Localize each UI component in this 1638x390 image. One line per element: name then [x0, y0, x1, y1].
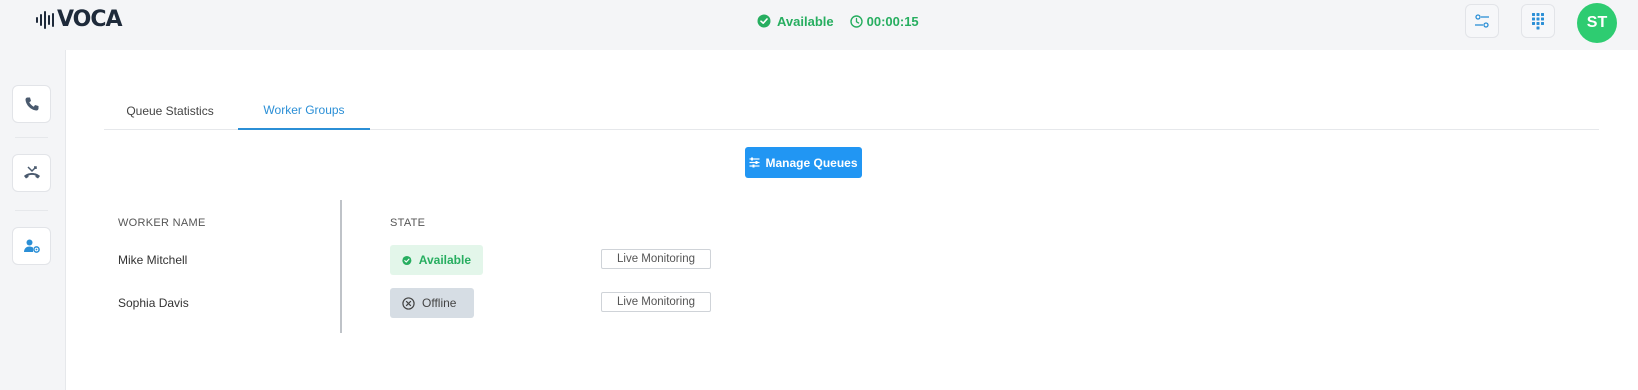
- column-divider: [340, 200, 342, 333]
- check-circle-icon: [757, 14, 771, 28]
- logo-text: VOCA: [57, 7, 123, 32]
- dialpad-icon: [1532, 13, 1544, 30]
- sidebar-divider: [15, 210, 48, 211]
- user-gear-icon: [23, 239, 40, 253]
- live-monitoring-button[interactable]: Live Monitoring: [601, 292, 711, 312]
- sidebar-divider: [15, 137, 48, 138]
- tab-queue-statistics[interactable]: Queue Statistics: [104, 92, 236, 130]
- app-logo: VOCA: [36, 7, 123, 32]
- sidebar-item-user-settings[interactable]: [12, 227, 51, 265]
- dialpad-button[interactable]: [1521, 4, 1555, 38]
- main-panel: Queue Statistics Worker Groups Manage Qu…: [66, 50, 1638, 390]
- column-header-worker-name: WORKER NAME: [118, 217, 206, 229]
- state-label: Available: [418, 253, 471, 267]
- sliders-icon: [1475, 14, 1489, 28]
- settings-button[interactable]: [1465, 4, 1499, 38]
- sidebar-item-missed-calls[interactable]: [12, 154, 51, 192]
- logo-waveform-icon: [36, 10, 54, 30]
- worker-name: Sophia Davis: [118, 296, 189, 310]
- x-circle-icon: [402, 296, 415, 310]
- tab-worker-groups[interactable]: Worker Groups: [238, 92, 370, 130]
- sliders-icon: [749, 157, 760, 168]
- clock-icon: [849, 14, 863, 28]
- top-bar: VOCA Available 00:00:15 ST: [0, 0, 1638, 50]
- sidebar-item-calls[interactable]: [12, 85, 51, 123]
- live-monitoring-button[interactable]: Live Monitoring: [601, 249, 711, 269]
- status-label: Available: [777, 13, 834, 29]
- avatar[interactable]: ST: [1577, 3, 1617, 43]
- worker-name: Mike Mitchell: [118, 253, 188, 267]
- sidebar: [0, 50, 66, 390]
- status-timer: 00:00:15: [849, 13, 919, 29]
- check-circle-icon: [402, 255, 412, 265]
- agent-status: Available 00:00:15: [757, 13, 919, 29]
- status-badge: Available: [390, 245, 483, 275]
- missed-call-icon: [23, 166, 40, 179]
- state-label: Offline: [422, 296, 457, 310]
- manage-queues-label: Manage Queues: [765, 155, 858, 170]
- column-header-state: STATE: [390, 217, 426, 229]
- tab-bar: Queue Statistics Worker Groups: [104, 92, 1599, 130]
- timer-value: 00:00:15: [866, 13, 919, 29]
- status-badge: Offline: [390, 288, 474, 318]
- manage-queues-button[interactable]: Manage Queues: [745, 147, 862, 178]
- phone-icon: [25, 97, 38, 111]
